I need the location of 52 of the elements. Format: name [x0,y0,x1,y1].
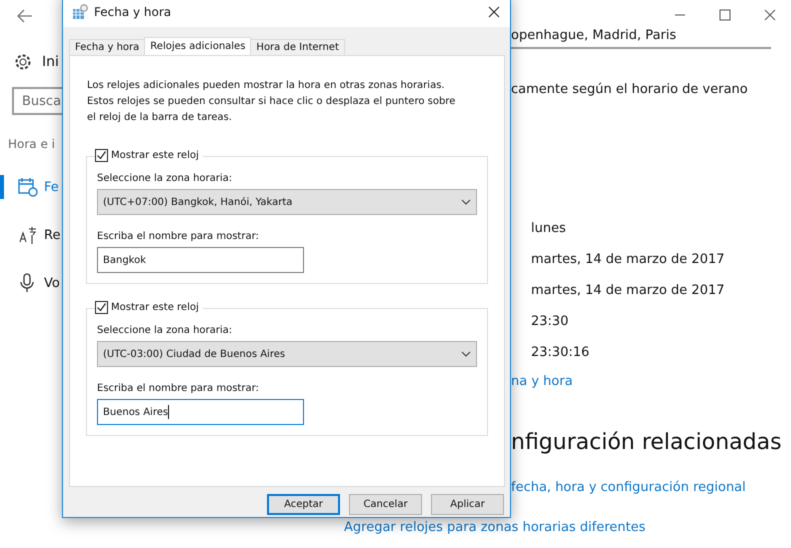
time-zone-select[interactable]: (UTC+07:00) Bangkok, Hanói, Yakarta [97,189,477,215]
language-icon [18,225,38,245]
show-clock-checkbox[interactable]: Mostrar este reloj [95,301,203,314]
tab[interactable]: Relojes adicionales [144,37,252,55]
checkbox[interactable] [95,149,108,162]
window-title: Fecha y hora [94,5,172,19]
time-zone-dropdown[interactable]: openhague, Madrid, Paris [511,28,771,49]
select-value: (UTC-03:00) Ciudad de Buenos Aires [103,348,286,360]
format-value: martes, 14 de marzo de 2017 [531,251,725,269]
checkbox-label: Mostrar este reloj [111,150,199,161]
checkbox[interactable] [95,301,108,314]
name-field[interactable]: Buenos Aires [97,399,304,425]
dialog-button[interactable]: Aceptar [267,494,340,515]
check-icon [96,302,107,313]
tab[interactable]: Fecha y hora [69,39,146,55]
description-text: Los relojes adicionales pueden mostrar la hora en otras zonas horarias. Estos relojes se pueden consultar si hace clic o desplaza el puntero sobre el reloj de la barra de tareas. [87,79,456,125]
field-label: Seleccione la zona horaria: [97,325,234,336]
close-icon[interactable] [764,9,776,21]
clock-globe-icon [72,4,88,20]
section-heading: nfiguración relacionadas [511,430,782,456]
section-label: Hora e i [8,137,56,151]
calendar-icon [18,177,38,197]
search-field[interactable]: Busca [12,87,64,115]
dialog-button[interactable]: Aplicar [431,494,504,515]
nav-item[interactable]: Re [0,223,62,247]
field-label: Seleccione la zona horaria: [97,173,234,184]
chevron-down-icon [461,351,471,357]
nav-item[interactable]: Vo [0,271,62,295]
related-link[interactable]: fecha, hora y configuración regional [511,480,746,495]
dst-text: camente según el horario de verano [511,82,748,97]
field-label: Escriba el nombre para mostrar: [97,231,260,242]
check-icon [96,150,107,161]
checkbox-label: Mostrar este reloj [111,302,199,313]
back-icon[interactable] [17,9,33,23]
format-value: 23:30 [531,313,570,331]
format-value: martes, 14 de marzo de 2017 [531,282,725,300]
dialog-button[interactable]: Cancelar [349,494,422,515]
field-label: Escriba el nombre para mostrar: [97,383,260,394]
show-clock-checkbox[interactable]: Mostrar este reloj [95,149,203,162]
select-value: (UTC+07:00) Bangkok, Hanói, Yakarta [103,196,292,208]
tab[interactable]: Hora de Internet [250,39,345,55]
chevron-down-icon [461,199,471,205]
format-value: 23:30:16 [531,344,590,362]
settings-icon [14,53,32,71]
home-item[interactable]: Ini [14,53,62,71]
change-link[interactable]: na y hora [511,374,573,389]
format-value: lunes [531,220,567,238]
close-icon[interactable] [488,6,500,18]
time-zone-select[interactable]: (UTC-03:00) Ciudad de Buenos Aires [97,341,477,367]
related-link[interactable]: Agregar relojes para zonas horarias diferentes [344,520,646,535]
maximize-icon[interactable] [719,9,731,21]
name-field[interactable]: Bangkok [97,247,304,273]
